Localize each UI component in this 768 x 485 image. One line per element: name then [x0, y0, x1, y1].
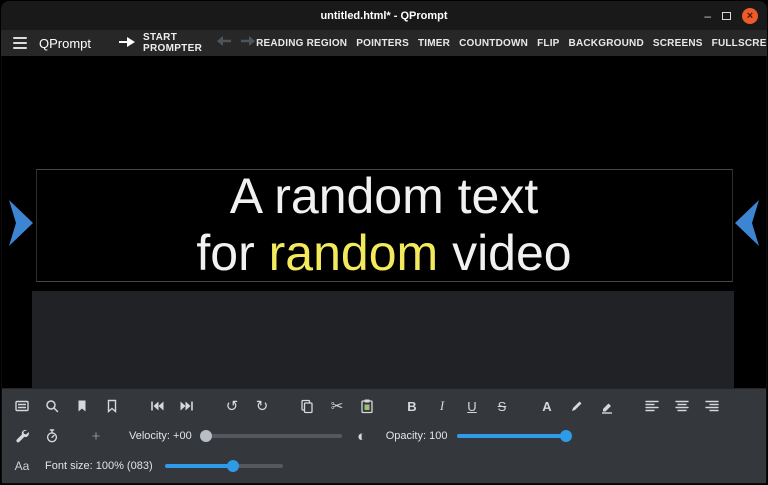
- window-title: untitled.html* - QPrompt: [320, 10, 447, 22]
- menu-screens[interactable]: SCREENS: [653, 38, 703, 49]
- align-right-icon[interactable]: [697, 394, 727, 418]
- toolbar-row-fontsize: Aa Font size: 100% (083): [2, 451, 766, 481]
- font-size-label: Font size: 100% (083): [45, 460, 153, 472]
- qprompt-window: untitled.html* - QPrompt – × QPrompt STA…: [0, 0, 768, 485]
- prompt-line2-prefix: for: [196, 225, 268, 281]
- velocity-slider-knob[interactable]: [200, 430, 212, 442]
- highlighter-icon[interactable]: [592, 394, 622, 418]
- bookmark-outline-icon[interactable]: [97, 394, 127, 418]
- start-prompter-label: START PROMPTER: [143, 32, 202, 54]
- forward-arrow-icon[interactable]: [239, 34, 256, 53]
- velocity-label: Velocity: +00: [129, 430, 192, 442]
- maximize-icon[interactable]: [722, 12, 731, 20]
- skip-backward-icon[interactable]: [142, 394, 172, 418]
- paste-icon[interactable]: [352, 394, 382, 418]
- plus-icon[interactable]: +: [81, 424, 111, 448]
- start-arrow-icon: [117, 35, 136, 52]
- italic-button[interactable]: I: [427, 394, 457, 418]
- start-prompter-button[interactable]: START PROMPTER: [117, 32, 202, 54]
- opacity-slider-knob[interactable]: [560, 430, 572, 442]
- skip-forward-icon[interactable]: [172, 394, 202, 418]
- back-arrow-icon[interactable]: [216, 34, 233, 53]
- cut-icon[interactable]: ✂: [322, 394, 352, 418]
- menu-timer[interactable]: TIMER: [418, 38, 450, 49]
- editor-panel[interactable]: [32, 291, 734, 390]
- nav-arrows: [216, 34, 256, 53]
- redo-icon[interactable]: ↻: [247, 394, 277, 418]
- font-size-slider-knob[interactable]: [227, 460, 239, 472]
- minimize-icon[interactable]: –: [704, 10, 711, 22]
- wrench-icon[interactable]: [7, 424, 37, 448]
- text-color-button[interactable]: A: [532, 394, 562, 418]
- undo-icon[interactable]: ↺: [217, 394, 247, 418]
- menu-fullscreen[interactable]: FULLSCREEN: [712, 38, 768, 49]
- toolbar-row-playback: + Velocity: +00 ◐ Opacity: 100: [2, 421, 766, 451]
- menu-background[interactable]: BACKGROUND: [569, 38, 644, 49]
- menu-items: READING REGION POINTERS TIMER COUNTDOWN …: [256, 38, 768, 49]
- bold-button[interactable]: B: [397, 394, 427, 418]
- prompt-line2-highlight: random: [269, 225, 439, 281]
- underline-button[interactable]: U: [457, 394, 487, 418]
- font-size-slider[interactable]: [165, 464, 283, 468]
- menu-reading-region[interactable]: READING REGION: [256, 38, 347, 49]
- right-pointer-icon[interactable]: [733, 200, 759, 246]
- titlebar: untitled.html* - QPrompt – ×: [1, 1, 767, 30]
- editor-toolbar: ↺ ↻ ✂ B I U S A: [2, 388, 766, 483]
- copy-icon[interactable]: [292, 394, 322, 418]
- app-name: QPrompt: [39, 36, 91, 51]
- left-pointer-icon[interactable]: [9, 200, 35, 246]
- hamburger-menu-icon[interactable]: [11, 33, 29, 53]
- opacity-slider[interactable]: [457, 434, 569, 438]
- close-icon[interactable]: ×: [742, 8, 758, 24]
- align-left-icon[interactable]: [637, 394, 667, 418]
- reading-region-icon[interactable]: [7, 394, 37, 418]
- menu-pointers[interactable]: POINTERS: [356, 38, 409, 49]
- opacity-label: Opacity: 100: [386, 430, 448, 442]
- menu-countdown[interactable]: COUNTDOWN: [459, 38, 528, 49]
- align-center-icon[interactable]: [667, 394, 697, 418]
- prompter-text[interactable]: A random textfor random video: [2, 168, 766, 282]
- window-controls: – ×: [704, 1, 758, 30]
- prompt-line1: A random text: [230, 168, 539, 224]
- search-icon[interactable]: [37, 394, 67, 418]
- prompter-stage[interactable]: A random textfor random video: [2, 56, 766, 391]
- strikethrough-button[interactable]: S: [487, 394, 517, 418]
- bookmark-filled-icon[interactable]: [67, 394, 97, 418]
- toolbar-row-format: ↺ ↻ ✂ B I U S A: [2, 391, 766, 421]
- font-size-icon: Aa: [7, 454, 37, 478]
- menubar: QPrompt START PROMPTER READING REGION PO…: [1, 30, 767, 56]
- velocity-slider[interactable]: [202, 434, 342, 438]
- prompt-line2-suffix: video: [438, 225, 571, 281]
- stopwatch-icon[interactable]: [37, 424, 67, 448]
- pen-icon[interactable]: [562, 394, 592, 418]
- menu-flip[interactable]: FLIP: [537, 38, 559, 49]
- contrast-icon[interactable]: ◐: [350, 424, 374, 448]
